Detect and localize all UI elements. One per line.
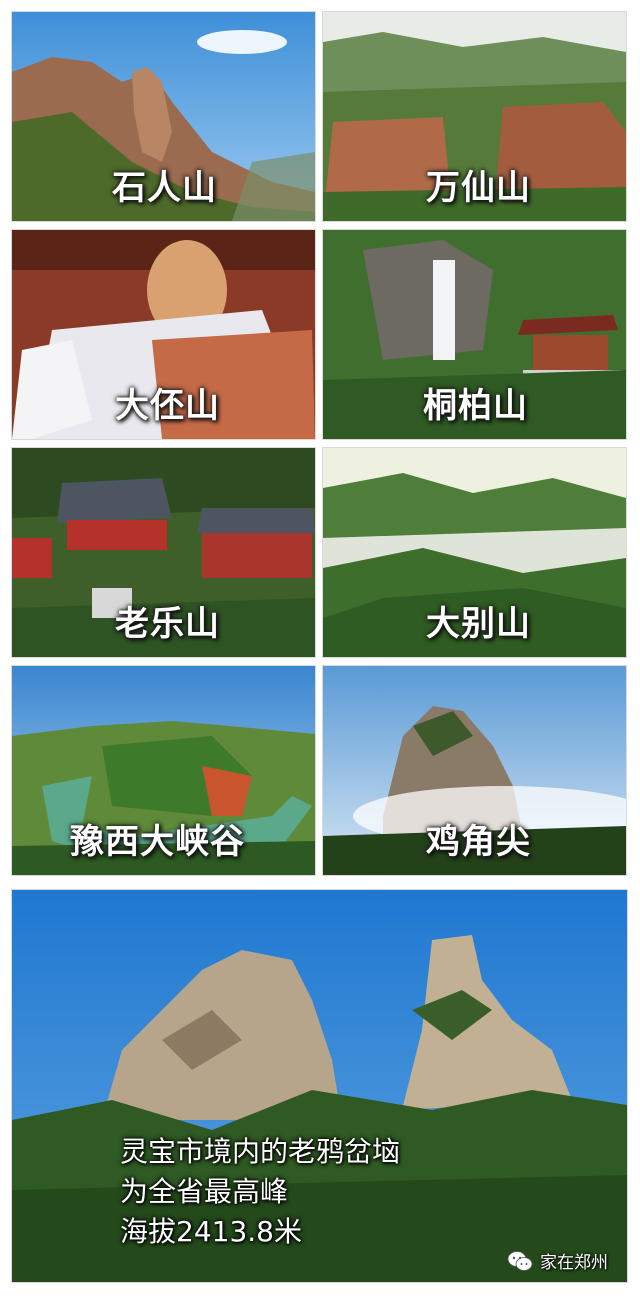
- photo-tile-yuxidaxiagu: 豫西大峡谷: [12, 666, 315, 875]
- tile-label: 豫西大峡谷: [70, 822, 245, 862]
- tile-label: 老乐山: [115, 604, 220, 644]
- tile-label: 万仙山: [426, 168, 531, 208]
- tile-label: 桐柏山: [423, 386, 528, 426]
- photo-tile-jijiaojian: 鸡角尖: [323, 666, 626, 875]
- photo-tile-dapishan: 大伾山: [12, 230, 315, 439]
- photo-tile-laoleshan: 老乐山: [12, 448, 315, 657]
- tile-label: 大别山: [426, 604, 531, 644]
- photo-tile-dabieshan: 大别山: [323, 448, 626, 657]
- feature-caption: 灵宝市境内的老鸦岔垴 为全省最高峰 海拔2413.8米: [120, 1132, 400, 1252]
- caption-line: 灵宝市境内的老鸦岔垴: [120, 1135, 401, 1168]
- caption-line: 为全省最高峰: [120, 1175, 289, 1208]
- tile-label: 石人山: [112, 168, 217, 208]
- photo-tile-shirenshan: 石人山: [12, 12, 315, 221]
- photo-tile-wanxianshan: 万仙山: [323, 12, 626, 221]
- watermark-text: 家在郑州: [540, 1253, 608, 1273]
- caption-line: 海拔2413.8米: [120, 1215, 302, 1248]
- photo-tile-laoyachanao: 灵宝市境内的老鸦岔垴 为全省最高峰 海拔2413.8米: [12, 890, 627, 1282]
- tile-label: 大伾山: [115, 386, 220, 426]
- watermark: 家在郑州: [506, 1248, 608, 1273]
- photo-tile-tongbaishan: 桐柏山: [323, 230, 626, 439]
- tile-label: 鸡角尖: [426, 822, 531, 862]
- wechat-icon: [507, 1250, 533, 1271]
